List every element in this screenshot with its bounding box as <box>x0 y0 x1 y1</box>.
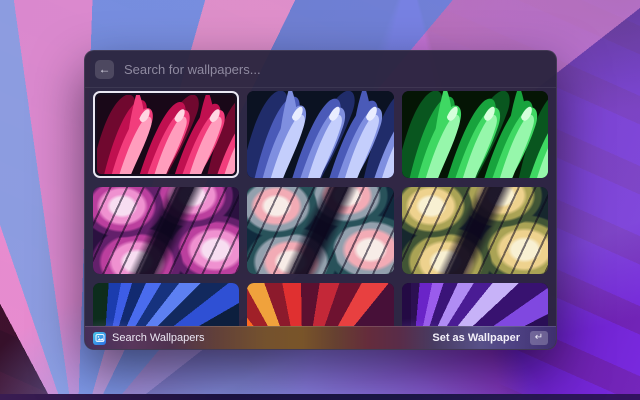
wallpaper-art <box>402 91 548 178</box>
wallpaper-thumbnail-green-ribbons[interactable] <box>402 91 548 178</box>
return-glyph: ↵ <box>535 333 543 343</box>
wallpaper-app-icon <box>93 332 106 345</box>
desktop-bottom-edge <box>0 394 640 400</box>
desktop-wallpaper: ← Search for wallpapers... Sear <box>0 0 640 400</box>
wallpaper-grid <box>85 88 556 349</box>
wallpaper-thumbnail-blue-ribbons[interactable] <box>247 91 393 178</box>
command-title: Search Wallpapers <box>112 332 205 344</box>
wallpaper-art <box>402 187 548 274</box>
set-as-wallpaper-button[interactable]: Set as Wallpaper <box>432 332 520 344</box>
enter-key-icon[interactable]: ↵ <box>530 331 548 345</box>
back-button[interactable]: ← <box>95 60 114 79</box>
action-bar: Search Wallpapers Set as Wallpaper ↵ <box>85 326 556 349</box>
wallpaper-thumbnail-olive-waves[interactable] <box>402 187 548 274</box>
back-arrow-icon: ← <box>99 63 111 75</box>
wallpaper-thumbnail-magenta-waves[interactable] <box>93 187 239 274</box>
wallpaper-search-window: ← Search for wallpapers... Sear <box>84 50 557 350</box>
search-input[interactable]: Search for wallpapers... <box>124 62 261 77</box>
wallpaper-art <box>93 187 239 274</box>
wallpaper-art <box>97 95 235 174</box>
wallpaper-art <box>247 187 393 274</box>
wallpaper-thumbnail-pink-ribbons[interactable] <box>93 91 239 178</box>
search-bar: ← Search for wallpapers... <box>85 51 556 88</box>
wallpaper-thumbnail-navy-waves[interactable] <box>247 187 393 274</box>
wallpaper-art <box>247 91 393 178</box>
